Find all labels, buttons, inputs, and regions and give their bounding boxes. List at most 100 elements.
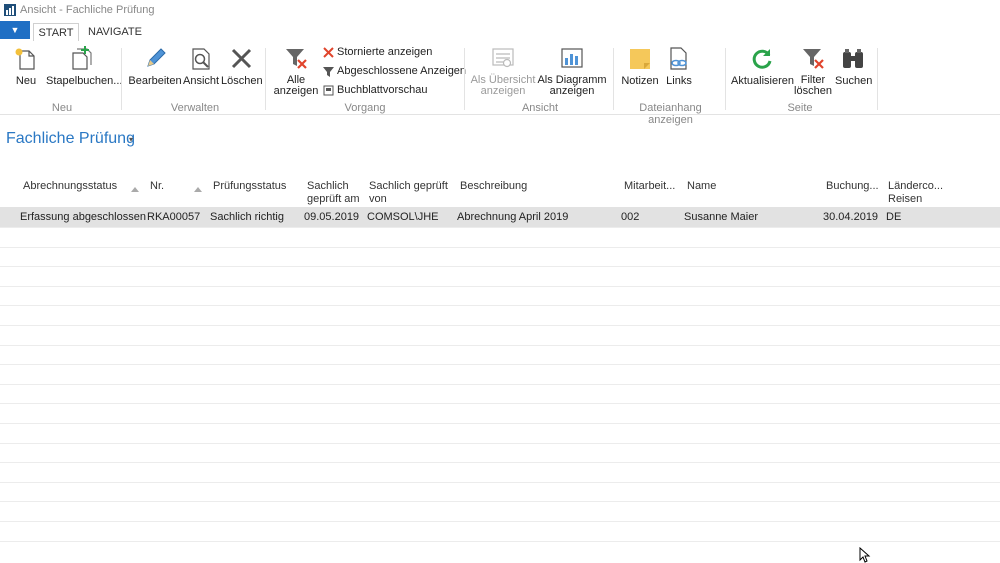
group-label-vorgang: Vorgang [344,102,386,114]
journal-preview-button[interactable]: Buchblattvorschau [323,82,428,98]
preview-icon [323,85,334,96]
title-bar: Ansicht - Fachliche Prüfung [0,0,1000,20]
application-menu-button[interactable]: ▼ [0,21,30,39]
show-cancelled-label: Stornierte anzeigen [337,46,433,58]
column-header-pruefungsstatus[interactable]: Prüfungsstatus [213,180,286,193]
delete-label: Löschen [221,75,263,87]
grid-row-line [0,443,1000,444]
grid-row-line [0,286,1000,287]
mouse-cursor-icon [859,547,871,563]
filter-clear-icon [803,49,824,69]
show-as-chart-label-2: anzeigen [549,85,595,97]
column-header-name[interactable]: Name [687,180,716,193]
tab-start[interactable]: START [33,23,79,43]
list-view-icon [492,48,514,68]
show-all-button[interactable]: Alle anzeigen [273,46,319,97]
ribbon-separator [877,48,878,110]
column-header-line: von [369,193,387,205]
grid-row-line [0,521,1000,522]
batch-post-button[interactable]: Stapelbuchen... [46,46,122,87]
grid-row-line [0,305,1000,306]
pencil-icon [147,48,166,67]
column-header-buchung[interactable]: Buchung... [826,180,879,193]
show-completed-button[interactable]: Abgeschlossene Anzeigen [323,63,466,79]
column-header-abrechnungsstatus[interactable]: Abrechnungsstatus [23,180,117,193]
ribbon-separator [265,48,266,110]
grid-row-line [0,501,1000,502]
delete-button[interactable]: Löschen [221,46,263,87]
grid-row-line [0,462,1000,463]
grid-row-line [0,541,1000,542]
show-all-label-2: anzeigen [273,85,319,97]
ribbon-separator [613,48,614,110]
links-button[interactable]: Links [663,46,695,87]
column-header-nr[interactable]: Nr. [150,180,164,193]
refresh-button[interactable]: Aktualisieren [731,46,794,87]
cell-abrechnungsstatus[interactable]: Erfassung abgeschlossen [20,211,146,223]
batch-post-icon [72,46,92,70]
group-label-neu: Neu [51,102,73,114]
cell-beschreibung[interactable]: Abrechnung April 2019 [457,211,568,223]
column-header-sachlich-geprueft-von[interactable]: Sachlich geprüft von [369,180,448,206]
links-label: Links [666,75,692,87]
sort-ascending-icon [194,187,202,192]
cell-mitarbeiter[interactable]: 002 [621,211,639,223]
column-header-line: Sachlich [307,180,349,192]
cell-nr[interactable]: RKA00057 [147,211,200,223]
column-header-laendercode[interactable]: Länderco... Reisen [888,180,943,206]
link-document-icon [670,47,687,70]
new-button[interactable]: Neu [8,46,44,87]
journal-preview-label: Buchblattvorschau [337,84,428,96]
grid-row-line [0,247,1000,248]
cell-laendercode[interactable]: DE [886,211,901,223]
batch-post-label: Stapelbuchen... [46,75,123,87]
ribbon-separator [464,48,465,110]
view-button[interactable]: Ansicht [183,46,219,87]
tab-bar [0,20,1000,42]
search-button[interactable]: Suchen [835,46,873,87]
show-cancelled-button[interactable]: Stornierte anzeigen [323,44,432,60]
group-label-seite: Seite [787,102,813,114]
red-x-icon [323,46,334,58]
cell-sachlich-geprueft-am[interactable]: 09.05.2019 [304,211,359,223]
grid-row-line [0,345,1000,346]
column-header-line: geprüft am [307,193,360,205]
chart-view-icon [561,48,583,68]
page-title[interactable]: Fachliche Prüfung [6,130,135,148]
new-document-icon [15,48,35,70]
tab-navigate[interactable]: NAVIGATE [85,23,145,41]
column-header-line: Sachlich geprüft [369,180,448,192]
view-document-icon [192,48,210,70]
column-header-mitarbeiter[interactable]: Mitarbeit... [624,180,675,193]
grid-row-line [0,227,1000,228]
cell-buchung[interactable]: 30.04.2019 [823,211,878,223]
grid-row-line [0,266,1000,267]
cell-name[interactable]: Susanne Maier [684,211,758,223]
notes-label: Notizen [621,75,659,87]
cell-sachlich-geprueft-von[interactable]: COMSOL\JHE [367,211,439,223]
cell-pruefungsstatus[interactable]: Sachlich richtig [210,211,284,223]
group-label-verwalten: Verwalten [170,102,220,114]
page-title-dropdown-icon[interactable]: ▾ [129,135,133,144]
clear-filter-label-2: löschen [794,85,832,97]
search-label: Suchen [835,75,873,87]
grid-row-line [0,384,1000,385]
binoculars-icon [843,49,863,68]
refresh-icon [752,49,772,69]
notes-button[interactable]: Notizen [620,46,660,87]
edit-button[interactable]: Bearbeiten [128,46,182,87]
show-completed-label: Abgeschlossene Anzeigen [337,65,467,77]
column-header-beschreibung[interactable]: Beschreibung [460,180,527,193]
show-as-chart-button[interactable]: Als Diagramm anzeigen [537,46,607,97]
grid-row-line [0,325,1000,326]
grid-row-line [0,482,1000,483]
new-label: Neu [15,75,37,87]
column-header-sachlich-geprueft-am[interactable]: Sachlich geprüft am [307,180,360,206]
grid-row-line [0,423,1000,424]
clear-filter-button[interactable]: Filter löschen [794,46,832,97]
refresh-label: Aktualisieren [731,75,794,87]
column-header-line: Länderco... [888,180,944,192]
ribbon-separator [121,48,122,110]
show-as-list-button[interactable]: Als Übersicht anzeigen [470,46,536,97]
group-label-dateianhang: Dateianhang anzeigen [639,102,702,126]
